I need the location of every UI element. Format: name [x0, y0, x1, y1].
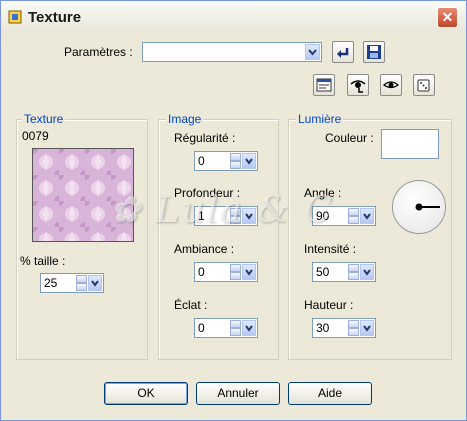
- angle-dial[interactable]: [392, 180, 446, 234]
- ambiance-label: Ambiance :: [174, 242, 235, 256]
- size-updown[interactable]: [76, 275, 87, 291]
- help-button[interactable]: Aide: [288, 382, 372, 405]
- ambiance-value: 0: [198, 265, 205, 279]
- intensity-value: 50: [316, 265, 330, 279]
- intensity-field[interactable]: 50: [312, 262, 376, 282]
- regularity-field[interactable]: 0: [194, 151, 258, 171]
- angle-updown[interactable]: [348, 208, 359, 224]
- color-label: Couleur :: [325, 131, 374, 145]
- ok-button[interactable]: OK: [104, 382, 188, 405]
- depth-label: Profondeur :: [174, 186, 241, 200]
- intensity-updown[interactable]: [348, 264, 359, 280]
- arrow-down-icon[interactable]: [230, 161, 241, 169]
- arrow-up-icon[interactable]: [76, 275, 87, 283]
- ambiance-field[interactable]: 0: [194, 262, 258, 282]
- arrow-up-icon[interactable]: [348, 208, 359, 216]
- size-value: 25: [44, 276, 58, 290]
- arrow-up-icon[interactable]: [230, 153, 241, 161]
- window-title: Texture: [28, 9, 82, 26]
- arrow-down-icon[interactable]: [348, 272, 359, 280]
- app-icon: [8, 10, 22, 24]
- arrow-up-icon[interactable]: [348, 264, 359, 272]
- height-field[interactable]: 30: [312, 318, 376, 338]
- depth-value: 1: [198, 209, 205, 223]
- light-color-swatch[interactable]: [381, 129, 439, 159]
- height-label: Hauteur :: [304, 298, 354, 312]
- texture-group-title: Texture: [22, 112, 66, 126]
- regularity-updown[interactable]: [230, 153, 241, 169]
- depth-field[interactable]: 1: [194, 206, 258, 226]
- arrow-down-icon[interactable]: [76, 283, 87, 291]
- angle-value: 90: [316, 209, 330, 223]
- shine-updown[interactable]: [230, 320, 241, 336]
- arrow-down-icon[interactable]: [230, 216, 241, 224]
- chevron-down-icon[interactable]: [305, 44, 320, 60]
- texture-preview[interactable]: [32, 148, 134, 242]
- arrow-up-icon[interactable]: [230, 264, 241, 272]
- dice-icon: [417, 79, 430, 92]
- chevron-down-icon[interactable]: [360, 320, 374, 336]
- chevron-down-icon[interactable]: [242, 264, 256, 280]
- chevron-down-icon[interactable]: [360, 208, 374, 224]
- height-value: 30: [316, 321, 330, 335]
- arrow-up-icon[interactable]: [230, 320, 241, 328]
- angle-field[interactable]: 90: [312, 206, 376, 226]
- arrow-down-icon[interactable]: [348, 216, 359, 224]
- undo-arrow-icon: [337, 48, 349, 58]
- arrow-down-icon[interactable]: [230, 328, 241, 336]
- shine-label: Éclat :: [174, 298, 208, 312]
- title-bar[interactable]: Texture ✕: [1, 1, 466, 33]
- dial-needle-icon: [415, 203, 440, 211]
- chevron-down-icon[interactable]: [242, 153, 256, 169]
- ambiance-updown[interactable]: [230, 264, 241, 280]
- close-icon: ✕: [441, 9, 454, 25]
- eye-toggle-button[interactable]: [347, 74, 369, 96]
- preview-window-icon: [316, 78, 332, 92]
- image-group-title: Image: [166, 112, 204, 126]
- light-group-title: Lumière: [296, 112, 344, 126]
- save-button[interactable]: [363, 41, 385, 63]
- intensity-label: Intensité :: [304, 242, 357, 256]
- close-button[interactable]: ✕: [437, 7, 458, 28]
- texture-swatch: [33, 149, 133, 241]
- texture-code: 0079: [22, 129, 49, 143]
- save-disk-icon: [367, 45, 381, 59]
- shine-field[interactable]: 0: [194, 318, 258, 338]
- eye-toggle-icon: [350, 80, 366, 93]
- eye-button[interactable]: [380, 74, 402, 96]
- reset-button[interactable]: [332, 41, 354, 63]
- depth-updown[interactable]: [230, 208, 241, 224]
- arrow-up-icon[interactable]: [348, 320, 359, 328]
- chevron-down-icon[interactable]: [360, 264, 374, 280]
- preview-button[interactable]: [313, 74, 335, 96]
- regularity-label: Régularité :: [174, 131, 236, 145]
- chevron-down-icon[interactable]: [88, 275, 102, 291]
- chevron-down-icon[interactable]: [242, 208, 256, 224]
- arrow-up-icon[interactable]: [230, 208, 241, 216]
- angle-label: Angle :: [304, 186, 342, 200]
- regularity-value: 0: [198, 154, 205, 168]
- height-updown[interactable]: [348, 320, 359, 336]
- arrow-down-icon[interactable]: [348, 328, 359, 336]
- size-label: % taille :: [20, 254, 66, 268]
- shine-value: 0: [198, 321, 205, 335]
- cancel-button[interactable]: Annuler: [196, 382, 280, 405]
- params-combo[interactable]: [142, 42, 322, 62]
- size-field[interactable]: 25: [40, 273, 104, 293]
- params-label: Paramètres :: [64, 45, 133, 59]
- chevron-down-icon[interactable]: [242, 320, 256, 336]
- eye-icon: [383, 81, 399, 89]
- arrow-down-icon[interactable]: [230, 272, 241, 280]
- random-button[interactable]: [413, 74, 435, 96]
